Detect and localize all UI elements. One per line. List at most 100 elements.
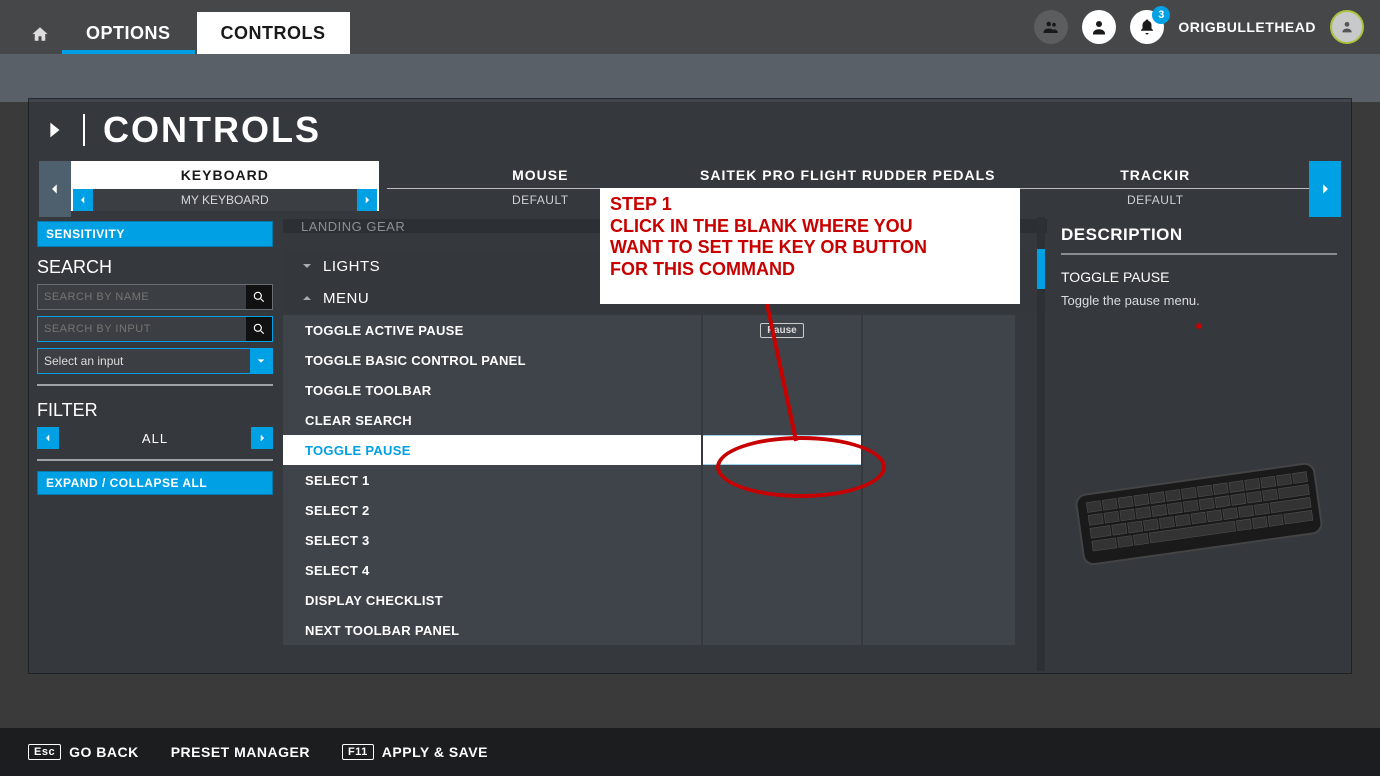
description-text: Toggle the pause menu. (1061, 293, 1337, 308)
command-row: NEXT TOOLBAR PANEL (283, 615, 1047, 645)
go-back-button[interactable]: Esc GO BACK (28, 744, 139, 760)
left-sidebar: SENSITIVITY SEARCH Select an input FILTE… (29, 217, 281, 671)
preset-manager-button[interactable]: PRESET MANAGER (171, 744, 310, 760)
keyboard-illustration (1069, 459, 1329, 569)
command-row: SELECT 3 (283, 525, 1047, 555)
command-name[interactable]: SELECT 3 (283, 525, 701, 555)
filter-prev-button[interactable] (37, 427, 59, 449)
command-binding-cell-2[interactable] (863, 465, 1015, 495)
chevron-right-icon (257, 433, 267, 443)
tab-controls[interactable]: CONTROLS (197, 12, 350, 54)
home-button[interactable] (20, 14, 60, 54)
command-name[interactable]: DISPLAY CHECKLIST (283, 585, 701, 615)
command-name[interactable]: SELECT 2 (283, 495, 701, 525)
username-label: ORIGBULLETHEAD (1178, 19, 1316, 35)
apply-save-button[interactable]: F11 APPLY & SAVE (342, 744, 488, 760)
panel-title-row: CONTROLS (29, 99, 1351, 161)
command-binding-cell-2[interactable] (863, 315, 1015, 345)
command-binding-cell[interactable] (703, 435, 861, 465)
command-binding-cell[interactable]: Pause (703, 315, 861, 345)
avatar-icon (1339, 19, 1355, 35)
background-strip (0, 54, 1380, 102)
preset-next-button[interactable] (357, 189, 377, 211)
device-next-button[interactable] (1309, 161, 1341, 217)
key-binding: Pause (760, 323, 803, 338)
search-input-submit[interactable] (246, 317, 272, 341)
search-by-input-input[interactable] (37, 316, 273, 342)
device-tab-keyboard[interactable]: KEYBOARD MY KEYBOARD (71, 161, 379, 217)
divider (37, 459, 273, 461)
command-binding-cell[interactable] (703, 345, 861, 375)
command-name[interactable]: TOGGLE BASIC CONTROL PANEL (283, 345, 701, 375)
command-name[interactable]: SELECT 1 (283, 465, 701, 495)
preset-label: MY KEYBOARD (93, 189, 357, 211)
search-by-name-input[interactable] (37, 284, 273, 310)
sensitivity-button[interactable]: SENSITIVITY (37, 221, 273, 247)
notifications-button[interactable]: 3 (1130, 10, 1164, 44)
command-name[interactable]: TOGGLE TOOLBAR (283, 375, 701, 405)
category-menu-label: MENU (323, 290, 369, 307)
friends-button[interactable] (1034, 10, 1068, 44)
preset-prev-button[interactable] (73, 189, 93, 211)
command-row: TOGGLE PAUSE (283, 435, 1047, 465)
command-binding-cell-2[interactable] (863, 345, 1015, 375)
apply-save-label: APPLY & SAVE (382, 744, 488, 760)
filter-selector: ALL (37, 427, 273, 449)
filter-next-button[interactable] (251, 427, 273, 449)
profile-icon (1090, 18, 1108, 36)
select-input-dropdown[interactable]: Select an input (37, 348, 273, 374)
command-binding-cell-2[interactable] (863, 495, 1015, 525)
command-binding-cell[interactable] (703, 555, 861, 585)
filter-heading: FILTER (37, 396, 273, 421)
device-prev-button[interactable] (39, 161, 71, 217)
profile-button[interactable] (1082, 10, 1116, 44)
command-binding-cell-2[interactable] (863, 525, 1015, 555)
panel-title: CONTROLS (103, 109, 321, 151)
annotation-line2: WANT TO SET THE KEY OR BUTTON (610, 237, 1010, 259)
device-tab-trackir-preset: DEFAULT (1002, 189, 1310, 211)
esc-key-hint: Esc (28, 744, 61, 760)
avatar[interactable] (1330, 10, 1364, 44)
command-binding-cell[interactable] (703, 525, 861, 555)
command-binding-cell-2[interactable] (863, 615, 1015, 645)
command-binding-cell-2[interactable] (863, 435, 1015, 465)
command-name[interactable]: SELECT 4 (283, 555, 701, 585)
command-name[interactable]: NEXT TOOLBAR PANEL (283, 615, 701, 645)
description-panel: DESCRIPTION TOGGLE PAUSE Toggle the paus… (1047, 217, 1351, 671)
tab-options[interactable]: OPTIONS (62, 12, 195, 54)
chevron-right-icon (1318, 182, 1332, 196)
command-binding-cell-2[interactable] (863, 585, 1015, 615)
command-binding-cell-2[interactable] (863, 405, 1015, 435)
annotation-line3: FOR THIS COMMAND (610, 259, 1010, 281)
search-input-field[interactable] (38, 323, 246, 335)
description-heading: DESCRIPTION (1061, 225, 1337, 255)
command-binding-cell[interactable] (703, 615, 861, 645)
controls-panel: CONTROLS KEYBOARD MY KEYBOARD MOUSE DEFA… (28, 98, 1352, 674)
command-binding-cell-2[interactable] (863, 555, 1015, 585)
command-row: SELECT 1 (283, 465, 1047, 495)
device-tab-trackir[interactable]: TRACKIR DEFAULT (1002, 161, 1310, 217)
device-tab-saitek-label: SAITEK PRO FLIGHT RUDDER PEDALS (694, 161, 1002, 189)
expand-collapse-button[interactable]: EXPAND / COLLAPSE ALL (37, 471, 273, 495)
command-row: SELECT 2 (283, 495, 1047, 525)
command-name[interactable]: TOGGLE ACTIVE PAUSE (283, 315, 701, 345)
command-name[interactable]: CLEAR SEARCH (283, 405, 701, 435)
command-binding-cell[interactable] (703, 405, 861, 435)
category-lights-label: LIGHTS (323, 258, 380, 275)
annotation-step: STEP 1 (610, 194, 1010, 216)
command-binding-cell-2[interactable] (863, 375, 1015, 405)
search-name-field[interactable] (38, 291, 246, 303)
command-binding-cell[interactable] (703, 465, 861, 495)
command-binding-cell[interactable] (703, 495, 861, 525)
command-binding-cell[interactable] (703, 585, 861, 615)
description-command: TOGGLE PAUSE (1061, 269, 1337, 285)
bottom-bar: Esc GO BACK PRESET MANAGER F11 APPLY & S… (0, 728, 1380, 776)
command-name[interactable]: TOGGLE PAUSE (283, 435, 701, 465)
search-name-submit[interactable] (246, 285, 272, 309)
command-binding-cell[interactable] (703, 375, 861, 405)
list-scrollbar-thumb[interactable] (1037, 249, 1045, 289)
chevron-up-icon (301, 292, 313, 304)
f11-key-hint: F11 (342, 744, 374, 760)
command-row: TOGGLE TOOLBAR (283, 375, 1047, 405)
command-row: TOGGLE BASIC CONTROL PANEL (283, 345, 1047, 375)
